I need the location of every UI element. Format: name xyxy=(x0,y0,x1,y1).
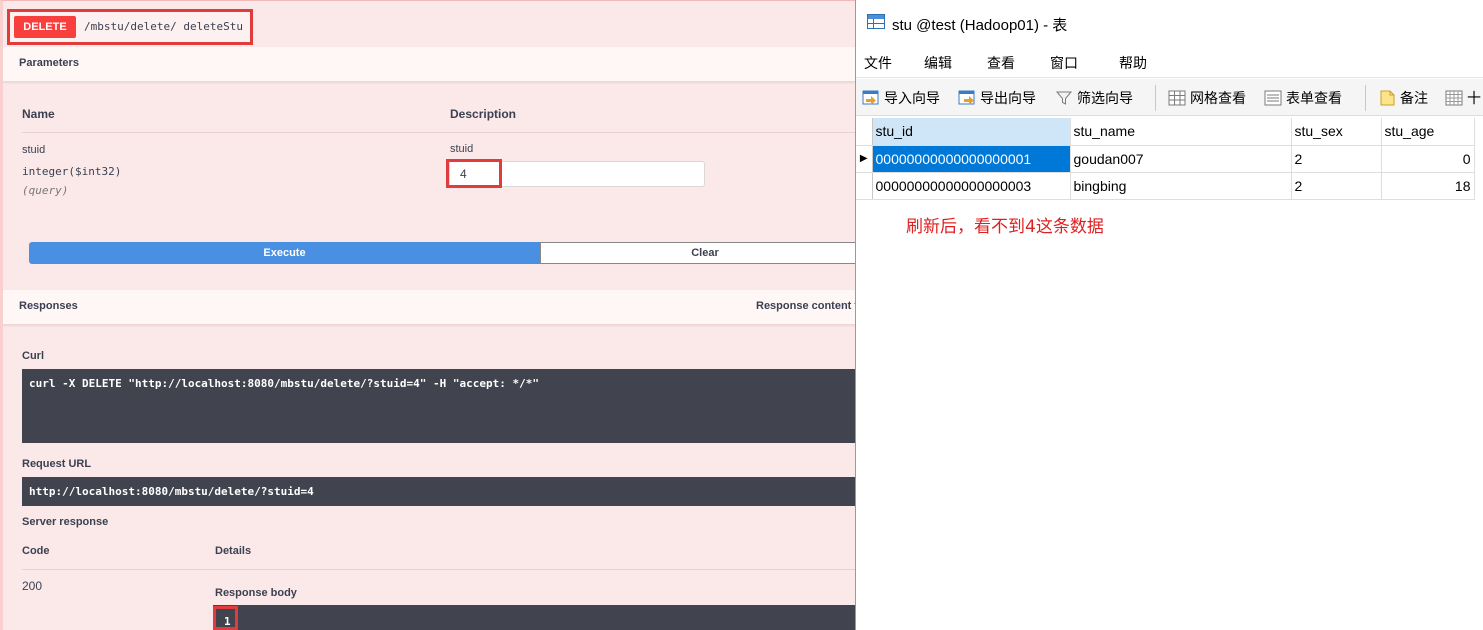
data-grid: stu_id stu_name stu_sex stu_age ▶ 000000… xyxy=(856,118,1475,200)
export-icon xyxy=(958,90,975,105)
curl-label: Curl xyxy=(22,350,44,362)
cell-stu-sex[interactable]: 2 xyxy=(1291,172,1382,200)
window-title: stu @test (Hadoop01) - 表 xyxy=(892,17,1068,34)
cell-stu-name[interactable]: goudan007 xyxy=(1070,145,1292,173)
column-header-stu-id[interactable]: stu_id xyxy=(872,118,1071,146)
cell-stu-age[interactable]: 0 xyxy=(1381,145,1475,173)
table-icon xyxy=(867,14,885,29)
grid-view-button[interactable]: 网格查看 xyxy=(1168,88,1246,108)
cell-stu-id[interactable]: 00000000000000000003 xyxy=(872,172,1071,200)
name-column-header: Name xyxy=(22,107,55,121)
curl-command-block[interactable]: curl -X DELETE "http://localhost:8080/mb… xyxy=(22,369,856,443)
import-wizard-button[interactable]: 导入向导 xyxy=(862,88,940,108)
stuid-input-wrapper xyxy=(449,161,705,187)
menu-bar: 文件 编辑 查看 窗口 帮助 xyxy=(856,44,1483,78)
export-wizard-label: 导出向导 xyxy=(980,91,1036,107)
operation-path: /mbstu/delete/ deleteStu xyxy=(84,20,243,33)
details-column-header: Details xyxy=(215,545,252,557)
memo-button[interactable]: 备注 xyxy=(1378,88,1428,108)
grid-view-label: 网格查看 xyxy=(1190,91,1246,107)
cell-stu-id[interactable]: 00000000000000000001 xyxy=(872,145,1071,173)
menu-file[interactable]: 文件 xyxy=(864,53,892,73)
stuid-input[interactable] xyxy=(450,162,704,186)
response-body-label: Response body xyxy=(215,587,297,599)
request-url-label: Request URL xyxy=(22,458,92,470)
memo-icon xyxy=(1380,90,1395,106)
import-icon xyxy=(862,90,879,105)
form-view-button[interactable]: 表单查看 xyxy=(1264,88,1342,108)
server-response-label: Server response xyxy=(22,516,109,528)
toolbar: 导入向导 导出向导 筛选向导 网格查看 表单查看 备注 十 xyxy=(856,79,1483,116)
cell-stu-age[interactable]: 18 xyxy=(1381,172,1475,200)
cell-stu-name[interactable]: bingbing xyxy=(1070,172,1292,200)
annotation-note: 刷新后，看不到4这条数据 xyxy=(906,217,1104,237)
menu-view[interactable]: 查看 xyxy=(987,53,1015,73)
hex-view-button[interactable]: 十 xyxy=(1445,88,1481,108)
parameters-bar: Parameters xyxy=(3,47,856,82)
memo-label: 备注 xyxy=(1400,91,1428,107)
swagger-operation-panel: DELETE /mbstu/delete/ deleteStu Paramete… xyxy=(0,0,856,630)
filter-wizard-label: 筛选向导 xyxy=(1077,91,1133,107)
table-row[interactable]: ▶ 00000000000000000001 goudan007 2 0 xyxy=(856,145,1475,173)
filter-wizard-button[interactable]: 筛选向导 xyxy=(1055,88,1133,108)
form-icon xyxy=(1264,90,1282,106)
toolbar-divider xyxy=(1155,85,1156,111)
row-indicator xyxy=(856,172,873,200)
response-content-type-label: Response content t xyxy=(756,300,856,312)
menu-edit[interactable]: 编辑 xyxy=(924,53,952,73)
row-indicator-header xyxy=(856,118,873,146)
response-code: 200 xyxy=(22,579,43,593)
parameters-title: Parameters xyxy=(19,57,79,69)
column-header-stu-sex[interactable]: stu_sex xyxy=(1291,118,1382,146)
response-body-value: 1 xyxy=(213,606,238,630)
menu-window[interactable]: 窗口 xyxy=(1050,53,1078,73)
menu-help[interactable]: 帮助 xyxy=(1119,53,1147,73)
response-body-block[interactable] xyxy=(213,605,856,630)
param-type: integer($int32) xyxy=(22,165,122,178)
window-titlebar: stu @test (Hadoop01) - 表 xyxy=(856,0,1483,44)
responses-bar: Responses Response content t xyxy=(3,290,856,325)
cell-stu-sex[interactable]: 2 xyxy=(1291,145,1382,173)
header-divider xyxy=(22,132,856,133)
import-wizard-label: 导入向导 xyxy=(884,91,940,107)
grid-header-row: stu_id stu_name stu_sex stu_age xyxy=(856,118,1475,146)
column-header-stu-name[interactable]: stu_name xyxy=(1070,118,1292,146)
column-header-stu-age[interactable]: stu_age xyxy=(1381,118,1475,146)
grid-icon xyxy=(1168,90,1186,106)
request-url-block[interactable]: http://localhost:8080/mbstu/delete/?stui… xyxy=(22,477,856,506)
clear-button[interactable]: Clear xyxy=(540,242,856,264)
filter-icon xyxy=(1055,91,1073,105)
export-wizard-button[interactable]: 导出向导 xyxy=(958,88,1036,108)
execute-button[interactable]: Execute xyxy=(29,242,540,264)
response-divider xyxy=(22,569,856,570)
current-row-indicator-icon: ▶ xyxy=(856,145,873,173)
operation-header[interactable]: DELETE /mbstu/delete/ deleteStu xyxy=(7,9,253,45)
param-location: (query) xyxy=(22,184,69,197)
responses-title: Responses xyxy=(19,300,78,312)
toolbar-divider xyxy=(1365,85,1366,111)
param-name: stuid xyxy=(22,144,46,156)
navicat-table-window: stu @test (Hadoop01) - 表 文件 编辑 查看 窗口 帮助 … xyxy=(855,0,1483,630)
table-row[interactable]: 00000000000000000003 bingbing 2 18 xyxy=(856,172,1475,200)
param-description: stuid xyxy=(450,143,474,155)
description-column-header: Description xyxy=(450,107,517,121)
hex-view-label: 十 xyxy=(1467,91,1481,107)
method-badge: DELETE xyxy=(14,16,76,38)
form-view-label: 表单查看 xyxy=(1286,91,1342,107)
code-column-header: Code xyxy=(22,545,50,557)
hex-grid-icon xyxy=(1445,90,1463,106)
